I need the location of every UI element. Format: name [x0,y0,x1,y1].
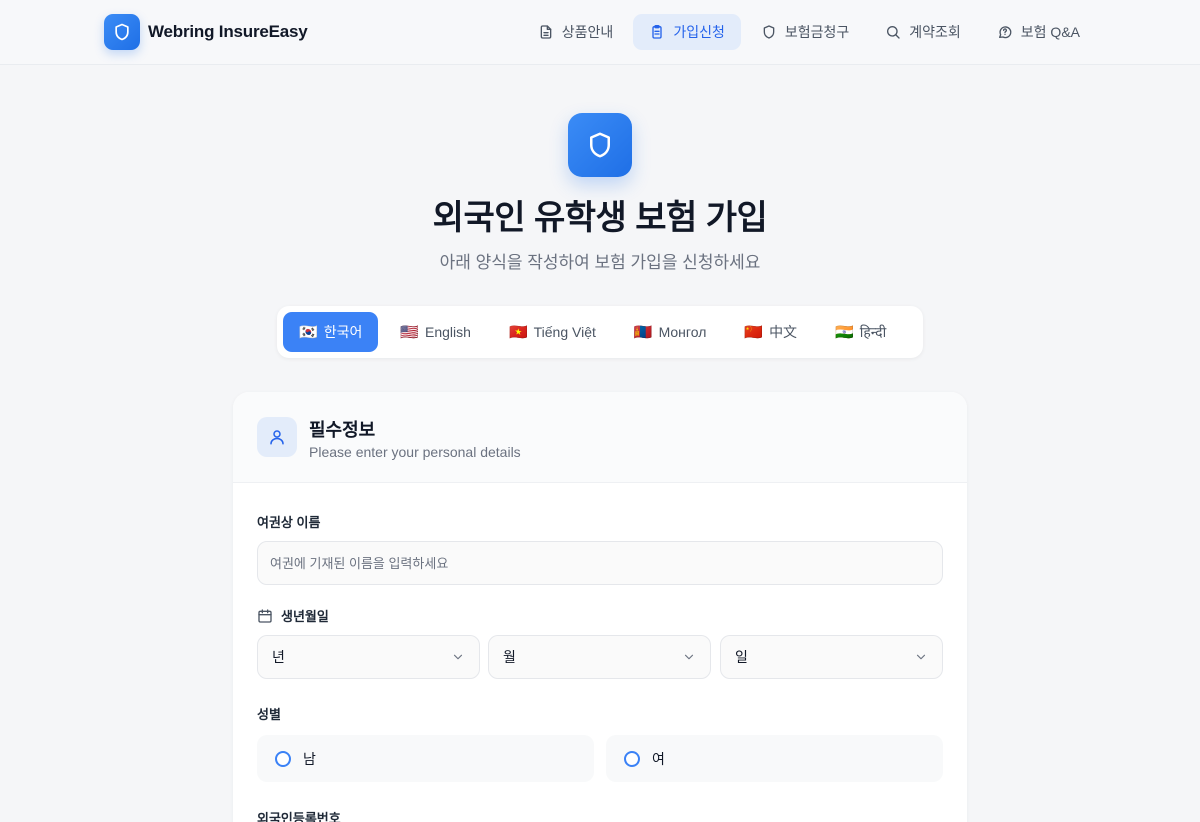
lang-tab-mongolian[interactable]: 🇲🇳 Монгол [618,312,722,352]
birth-day-select[interactable]: 일 [720,635,943,679]
select-value: 년 [272,649,285,665]
birth-month-select[interactable]: 월 [488,635,711,679]
top-header: Webring InsureEasy 상품안내 가입신청 보험금청구 계약조회 … [0,0,1200,65]
name-label-text: 여권상 이름 [257,515,321,530]
nav-item-products[interactable]: 상품안내 [522,14,630,50]
gender-female-radio[interactable]: 여 [606,735,943,782]
lang-label: Tiếng Việt [533,324,596,340]
shield-icon [104,14,140,50]
nav-label: 계약조회 [909,24,961,40]
page-subtitle: 아래 양식을 작성하여 보험 가입을 신청하세요 [439,253,761,272]
nav-item-apply[interactable]: 가입신청 [633,14,741,50]
lang-tab-hindi[interactable]: 🇮🇳 हिन्दी [819,312,902,352]
nav-label: 보험금청구 [784,24,850,40]
brand-logo[interactable]: Webring InsureEasy [104,14,308,50]
birthdate-label-text: 생년월일 [281,609,329,624]
search-icon [887,26,900,39]
shield-icon [568,113,632,177]
lang-label: 한국어 [323,324,363,340]
gender-label-text: 성별 [257,707,281,722]
arc-number-label-text: 외국인등록번호 [257,811,341,822]
nav-label: 보험 Q&A [1020,24,1080,40]
clipboard-icon [652,25,662,39]
calendar-icon [258,608,272,623]
flag-mn-icon: 🇲🇳 [633,324,653,341]
user-icon [257,417,297,457]
gender-label: 성별 [257,704,281,723]
flag-in-icon: 🇮🇳 [835,324,854,341]
lang-tab-vietnamese[interactable]: 🇻🇳 Tiếng Việt [493,312,612,352]
flag-vn-icon: 🇻🇳 [508,324,528,341]
section-description: Please enter your personal details [309,444,521,460]
lang-label: हिन्दी [859,323,887,340]
shield-icon [763,25,775,39]
arc-number-label: 외국인등록번호 [257,808,341,822]
birth-year-select[interactable]: 년 [257,635,480,679]
lang-label: Монгол [658,324,707,340]
radio-label: 여 [652,750,665,767]
lang-label: English [425,324,471,340]
radio-label: 남 [303,750,316,767]
chevron-down-icon [916,654,926,660]
flag-cn-icon: 🇨🇳 [744,324,764,341]
document-icon [540,25,552,39]
select-value: 일 [735,649,748,665]
flag-us-icon: 🇺🇸 [400,324,420,341]
section-header: 필수정보 Please enter your personal details [233,392,967,483]
chevron-down-icon [453,654,463,660]
lang-tab-korean[interactable]: 🇰🇷 한국어 [283,312,379,352]
lang-label: 中文 [769,324,798,340]
radio-circle[interactable] [624,750,640,767]
nav-item-contract-lookup[interactable]: 계약조회 [869,14,977,50]
gender-male-radio[interactable]: 남 [257,735,594,782]
main-nav: 상품안내 가입신청 보험금청구 계약조회 보험 Q&A [518,14,1096,50]
signup-form-card: 필수정보 Please enter your personal details … [233,392,967,822]
nav-item-claims[interactable]: 보험금청구 [745,14,865,50]
lang-tab-chinese[interactable]: 🇨🇳 中文 [728,312,813,352]
birthdate-label: 생년월일 [257,606,329,625]
chat-question-icon [998,26,1012,39]
passport-name-input[interactable] [257,541,943,585]
flag-kr-icon: 🇰🇷 [299,324,318,341]
nav-item-qna[interactable]: 보험 Q&A [981,14,1096,50]
page-title: 외국인 유학생 보험 가입 [432,199,768,237]
nav-label: 상품안내 [561,24,614,40]
lang-tab-english[interactable]: 🇺🇸 English [384,312,487,352]
section-title: 필수정보 [309,420,376,440]
nav-label: 가입신청 [673,24,725,40]
radio-circle[interactable] [275,750,291,767]
name-label: 여권상 이름 [257,512,320,531]
select-value: 월 [503,649,516,665]
language-selector: 🇰🇷 한국어 🇺🇸 English 🇻🇳 Tiếng Việt 🇲🇳 Монго… [277,306,923,358]
chevron-down-icon [684,654,694,660]
brand-name: Webring InsureEasy [148,22,308,41]
